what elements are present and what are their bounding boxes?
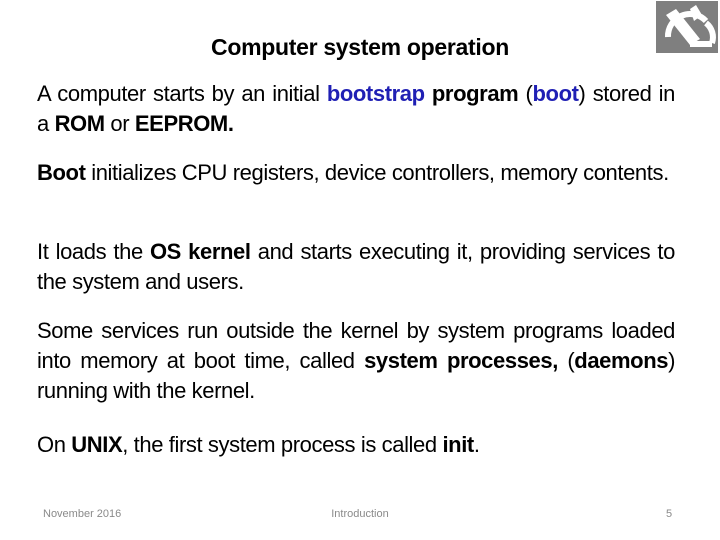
text: A computer starts by an initial: [37, 81, 327, 106]
text: (: [557, 348, 575, 373]
keyword-rom: ROM: [54, 111, 106, 136]
keyword-system-processes: system processes,: [364, 348, 558, 373]
paragraph-unix-init: On UNIX, the first system process is cal…: [37, 430, 675, 460]
text: or: [104, 111, 135, 136]
footer-section: Introduction: [331, 508, 389, 520]
text: On: [37, 432, 72, 457]
slide-title: Computer system operation: [211, 34, 509, 60]
text: It loads the: [37, 239, 150, 264]
keyword-boot: Boot: [37, 160, 86, 185]
keyword-boot: boot: [532, 81, 579, 106]
text: (: [518, 81, 533, 106]
text: , the first system process is called: [122, 432, 443, 457]
paragraph-system-processes: Some services run outside the kernel by …: [37, 316, 675, 406]
paragraph-bootstrap: A computer starts by an initial bootstra…: [37, 79, 675, 139]
keyword-program: program: [431, 81, 519, 106]
paragraph-boot-initializes: Boot initializes CPU registers, device c…: [37, 158, 675, 188]
page-number: 5: [666, 508, 673, 520]
text: initializes CPU registers, device contro…: [85, 160, 669, 185]
keyword-bootstrap: bootstrap: [326, 81, 425, 106]
keyword-eeprom: EEPROM.: [134, 111, 234, 136]
keyword-init: init: [442, 432, 474, 457]
keyword-unix: UNIX: [71, 432, 123, 457]
text: [425, 81, 432, 106]
keyword-os-kernel: OS kernel: [149, 239, 251, 264]
keyword-daemons: daemons: [574, 348, 669, 373]
text: .: [473, 432, 480, 457]
paragraph-loads-kernel: It loads the OS kernel and starts execut…: [37, 237, 675, 297]
